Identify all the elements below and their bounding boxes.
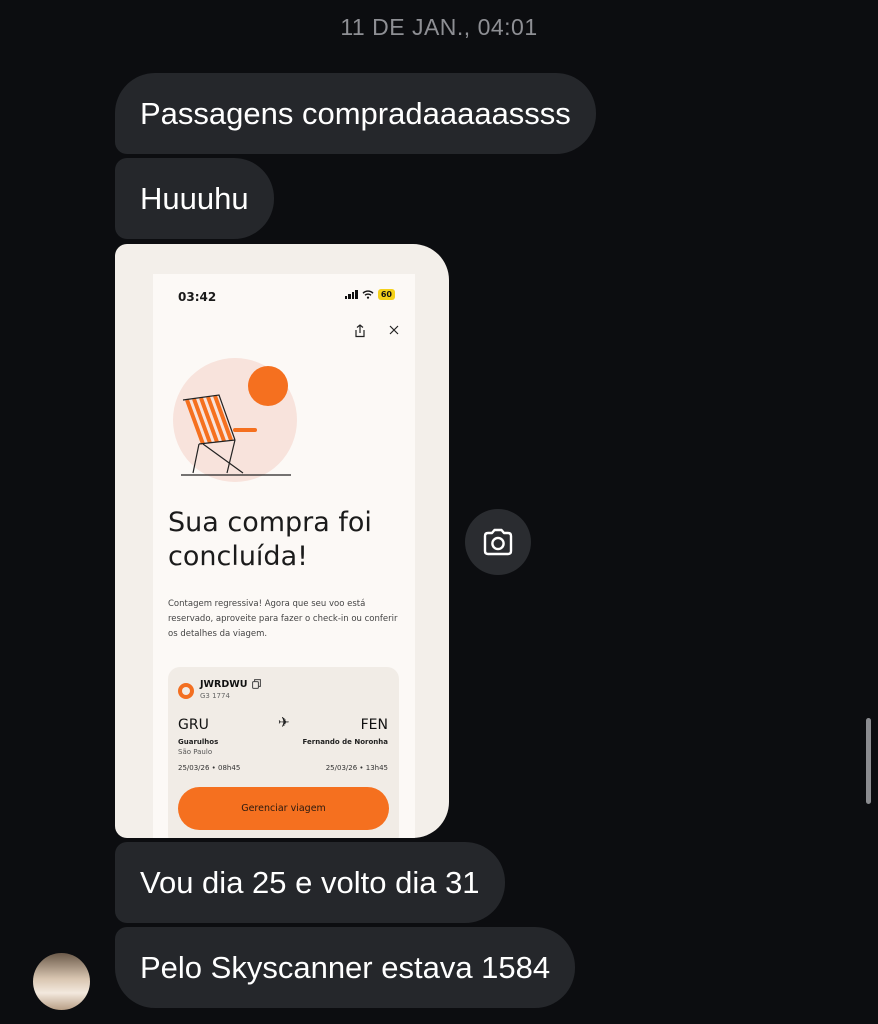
status-bar-time: 03:42: [178, 290, 217, 304]
airline-logo-icon: [178, 683, 194, 699]
avatar[interactable]: [33, 953, 90, 1010]
status-bar-indicators: 60: [344, 289, 395, 300]
signal-icon: [344, 290, 358, 299]
camera-icon: [483, 528, 513, 556]
beach-chair-illustration: [173, 358, 297, 482]
message-timestamp: 11 DE JAN., 04:01: [340, 14, 538, 40]
message-bubble[interactable]: Pelo Skyscanner estava 1584: [115, 927, 576, 1008]
manage-trip-button: Gerenciar viagem: [178, 787, 389, 830]
headline-line: concluída!: [168, 541, 308, 572]
camera-button[interactable]: [465, 509, 531, 575]
close-icon: [386, 324, 402, 340]
message-bubble[interactable]: Passagens compradaaaaassss: [115, 73, 596, 154]
booking-code: JWRDWU: [200, 679, 248, 690]
flight-number: G3 1774: [200, 692, 230, 700]
origin-city: Guarulhos: [178, 738, 219, 746]
origin-code: GRU: [178, 717, 209, 733]
wifi-icon: [362, 290, 374, 299]
destination-city: Fernando de Noronha: [302, 738, 388, 746]
message-bubble[interactable]: Huuuhu: [115, 158, 274, 239]
confirmation-headline: Sua compra foi concluída!: [168, 506, 403, 574]
arrival-datetime: 25/03/26 • 13h45: [325, 764, 388, 772]
booking-card: JWRDWU G3 1774 GRU ✈ FEN Guarulhos Ferna…: [168, 667, 399, 838]
message-bubble[interactable]: Vou dia 25 e volto dia 31: [115, 842, 505, 923]
share-icon: [352, 324, 368, 340]
scrollbar[interactable]: [866, 718, 871, 804]
confirmation-description: Contagem regressiva! Agora que seu voo e…: [168, 599, 398, 639]
origin-state: São Paulo: [178, 748, 213, 756]
departure-datetime: 25/03/26 • 08h45: [178, 764, 241, 772]
booking-confirmation-screenshot: 03:42 60 Sua compra foi concluída! Conta…: [153, 274, 415, 838]
battery-indicator: 60: [377, 289, 395, 300]
headline-line: Sua compra foi: [168, 507, 372, 538]
airplane-icon: ✈: [278, 715, 290, 731]
destination-code: FEN: [360, 717, 388, 733]
copy-icon: [252, 679, 261, 692]
image-message[interactable]: 03:42 60 Sua compra foi concluída! Conta…: [115, 244, 449, 838]
